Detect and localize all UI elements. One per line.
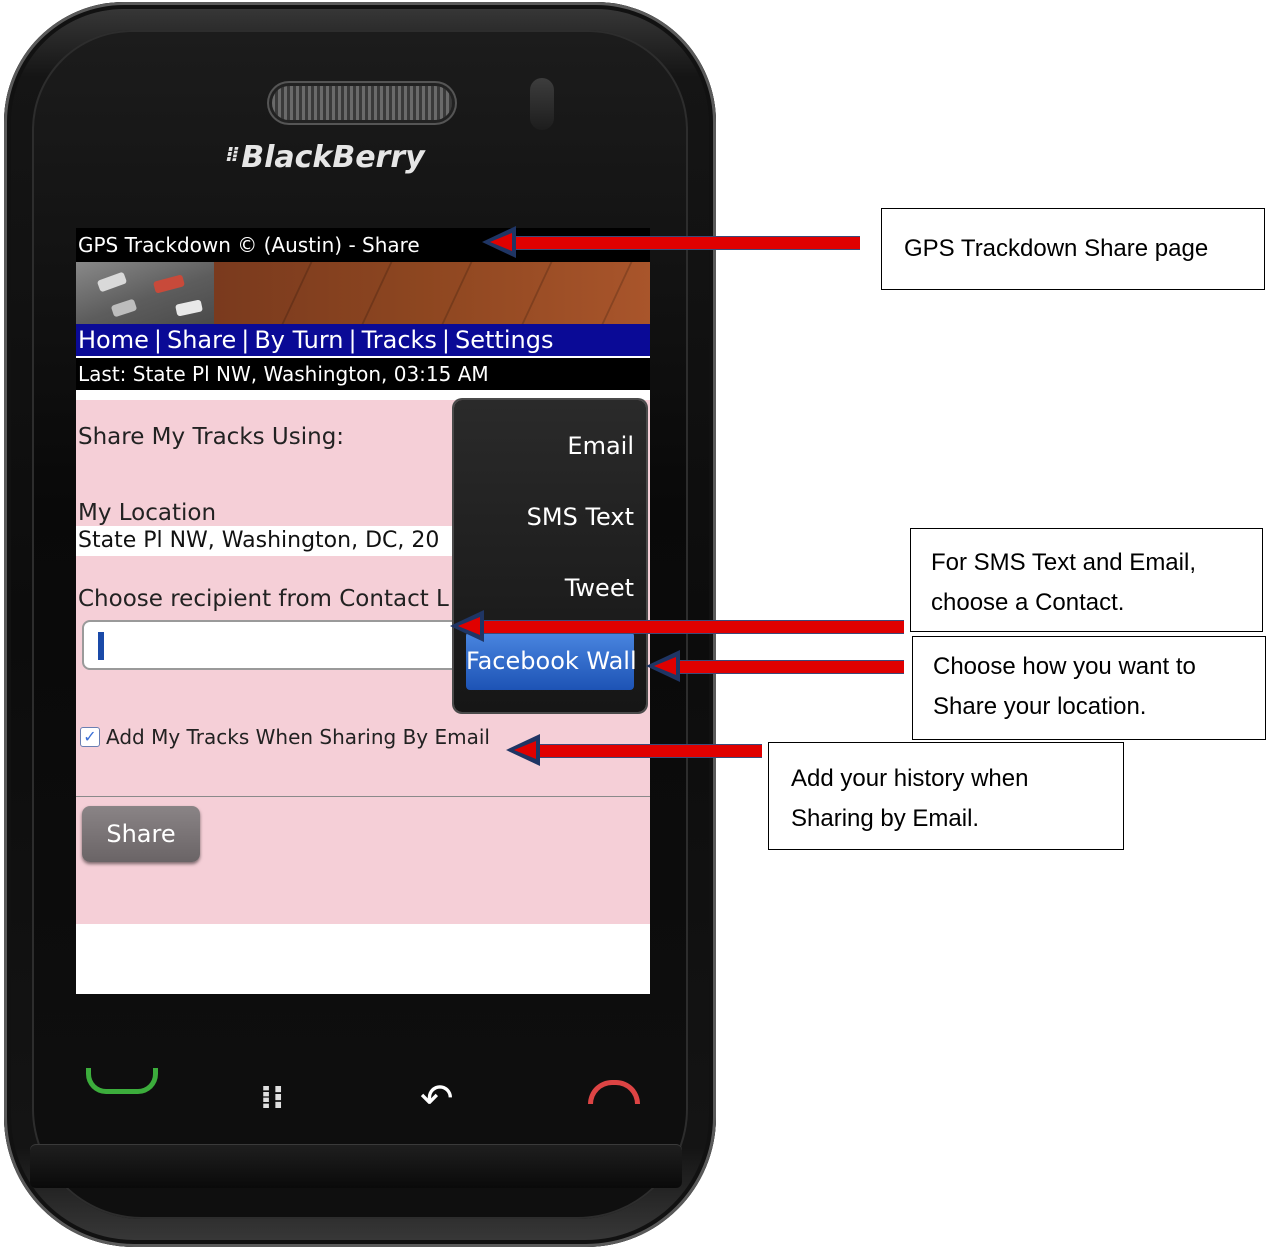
callout-share-method-line1: Choose how you want to bbox=[933, 653, 1196, 680]
add-tracks-checkbox[interactable]: ✓ bbox=[80, 727, 100, 747]
arrowhead-icon bbox=[506, 734, 540, 766]
nav-separator: | bbox=[441, 326, 451, 354]
banner-stripe bbox=[521, 262, 553, 324]
nav-separator: | bbox=[348, 326, 357, 354]
nav-home[interactable]: Home bbox=[78, 326, 149, 354]
my-location-value: State Pl NW, Washington, DC, 20 bbox=[76, 526, 456, 556]
add-tracks-label: Add My Tracks When Sharing By Email bbox=[106, 725, 490, 749]
share-using-label: Share My Tracks Using: bbox=[78, 424, 345, 450]
callout-history-line2: Sharing by Email. bbox=[791, 805, 980, 832]
arrow-contact bbox=[484, 620, 904, 634]
arrow-share-page bbox=[514, 236, 860, 250]
nav-by-turn[interactable]: By Turn bbox=[254, 326, 343, 354]
last-location-text: Last: State Pl NW, Washington, 03:15 AM bbox=[78, 362, 489, 386]
callout-contact: For SMS Text and Email, choose a Contact… bbox=[910, 528, 1263, 632]
nav-tracks[interactable]: Tracks bbox=[362, 326, 437, 354]
callout-contact-line1: For SMS Text and Email, bbox=[931, 549, 1196, 576]
nav-share[interactable]: Share bbox=[167, 326, 236, 354]
divider bbox=[76, 796, 650, 797]
nav-settings[interactable]: Settings bbox=[455, 326, 553, 354]
arrowhead-icon bbox=[646, 650, 680, 682]
banner-stripe bbox=[441, 262, 473, 324]
banner-stripe bbox=[281, 262, 313, 324]
banner-stripe bbox=[601, 262, 633, 324]
nav-bar: Home | Share | By Turn | Tracks | Settings bbox=[76, 324, 650, 356]
app-title: GPS Trackdown © (Austin) - Share bbox=[78, 233, 420, 257]
earpiece-speaker bbox=[272, 86, 452, 120]
arrow-share-method bbox=[680, 660, 904, 674]
arrowhead-icon bbox=[482, 226, 516, 258]
convenience-key[interactable] bbox=[530, 78, 554, 130]
menu-item-tweet[interactable]: Tweet bbox=[565, 574, 634, 602]
menu-item-email[interactable]: Email bbox=[567, 432, 634, 460]
arrow-history bbox=[540, 744, 762, 758]
call-key-icon[interactable] bbox=[86, 1068, 158, 1094]
share-method-menu: Email SMS Text Tweet Facebook Wall bbox=[454, 400, 646, 712]
nav-separator: | bbox=[241, 326, 250, 354]
phone-bottom-bezel bbox=[30, 1144, 682, 1188]
callout-share-page: GPS Trackdown Share page bbox=[881, 208, 1265, 290]
text-cursor bbox=[98, 632, 104, 660]
nav-separator: | bbox=[153, 326, 162, 354]
recipient-label: Choose recipient from Contact L bbox=[78, 586, 449, 612]
phone-screen: GPS Trackdown © (Austin) - Share Home | Sh… bbox=[76, 228, 650, 994]
menu-item-facebook-wall[interactable]: Facebook Wall bbox=[466, 632, 637, 690]
brand-name: BlackBerry bbox=[241, 140, 425, 175]
brand-dots-icon: ⁝⁞ bbox=[226, 142, 239, 166]
callout-history-line1: Add your history when bbox=[791, 765, 1029, 792]
callout-share-page-text: GPS Trackdown Share page bbox=[904, 235, 1209, 262]
highway-photo bbox=[76, 262, 214, 324]
arrowhead-icon bbox=[450, 610, 484, 642]
back-key-icon[interactable]: ↶ bbox=[420, 1076, 476, 1122]
menu-key-icon[interactable]: ⁞⁝ bbox=[260, 1078, 316, 1118]
share-button[interactable]: Share bbox=[82, 806, 200, 862]
banner-stripe bbox=[361, 262, 393, 324]
menu-item-sms-text[interactable]: SMS Text bbox=[527, 503, 634, 531]
recipient-input[interactable] bbox=[82, 620, 482, 670]
callout-share-method: Choose how you want to Share your locati… bbox=[912, 636, 1266, 740]
last-location-bar: Last: State Pl NW, Washington, 03:15 AM bbox=[76, 358, 650, 390]
brand-logo: ⁝⁞ BlackBerry bbox=[226, 140, 486, 180]
callout-contact-line2: choose a Contact. bbox=[931, 589, 1125, 616]
add-tracks-option[interactable]: ✓ Add My Tracks When Sharing By Email bbox=[80, 722, 490, 752]
header-banner-image bbox=[76, 262, 650, 324]
callout-share-method-line2: Share your location. bbox=[933, 693, 1147, 720]
my-location-label: My Location bbox=[78, 500, 217, 526]
callout-history: Add your history when Sharing by Email. bbox=[768, 742, 1124, 850]
